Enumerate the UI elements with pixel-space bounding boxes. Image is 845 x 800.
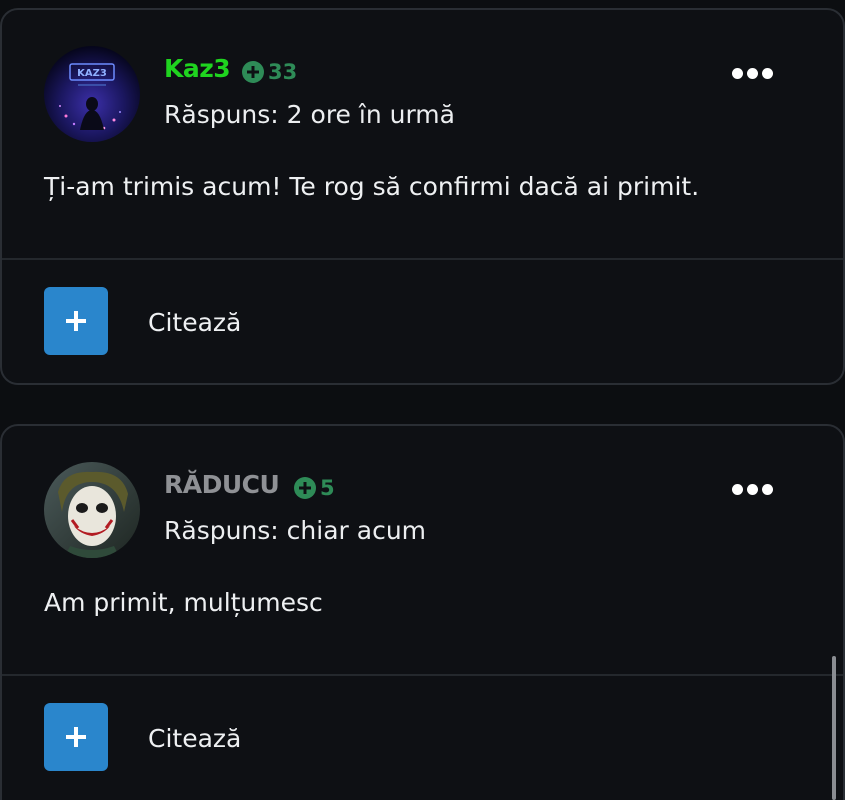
divider — [2, 674, 843, 676]
avatar-kaz3[interactable]: KAZ3 — [44, 46, 140, 142]
scrollbar[interactable] — [832, 656, 836, 800]
more-horizontal-icon — [732, 68, 743, 79]
reputation-count: 5 — [320, 476, 335, 500]
avatar-kaz3-logo-text: KAZ3 — [77, 68, 107, 79]
more-options-button[interactable] — [730, 66, 775, 81]
more-horizontal-icon — [732, 484, 743, 495]
author-name[interactable]: RĂDUCU — [164, 470, 280, 499]
quote-label[interactable]: Citează — [148, 308, 241, 337]
quote-button[interactable] — [44, 703, 108, 771]
reputation-badge: 33 — [242, 60, 297, 84]
reputation-count: 33 — [268, 60, 298, 84]
reputation-badge: 5 — [294, 476, 335, 500]
post-kaz3: KAZ3 Kaz3 33 Răspuns: 2 ore în urmă Ți-a… — [0, 8, 845, 385]
avatar-kaz3-image: KAZ3 — [44, 46, 140, 142]
quote-label[interactable]: Citează — [148, 724, 241, 753]
plus-circle-icon — [242, 61, 264, 83]
avatar-raducu-image — [44, 462, 140, 558]
author-name[interactable]: Kaz3 — [164, 54, 231, 83]
plus-circle-icon — [294, 477, 316, 499]
post-content: Ți-am trimis acum! Te rog să confirmi da… — [44, 172, 700, 201]
quote-button[interactable] — [44, 287, 108, 355]
forum-thread: KAZ3 Kaz3 33 Răspuns: 2 ore în urmă Ți-a… — [0, 0, 845, 800]
post-content: Am primit, mulțumesc — [44, 588, 323, 617]
more-options-button[interactable] — [730, 482, 775, 497]
avatar-raducu[interactable] — [44, 462, 140, 558]
post-meta: Răspuns: chiar acum — [164, 516, 427, 545]
post-meta: Răspuns: 2 ore în urmă — [164, 100, 455, 129]
divider — [2, 258, 843, 260]
post-raducu: RĂDUCU 5 Răspuns: chiar acum Am primit, … — [0, 424, 845, 800]
